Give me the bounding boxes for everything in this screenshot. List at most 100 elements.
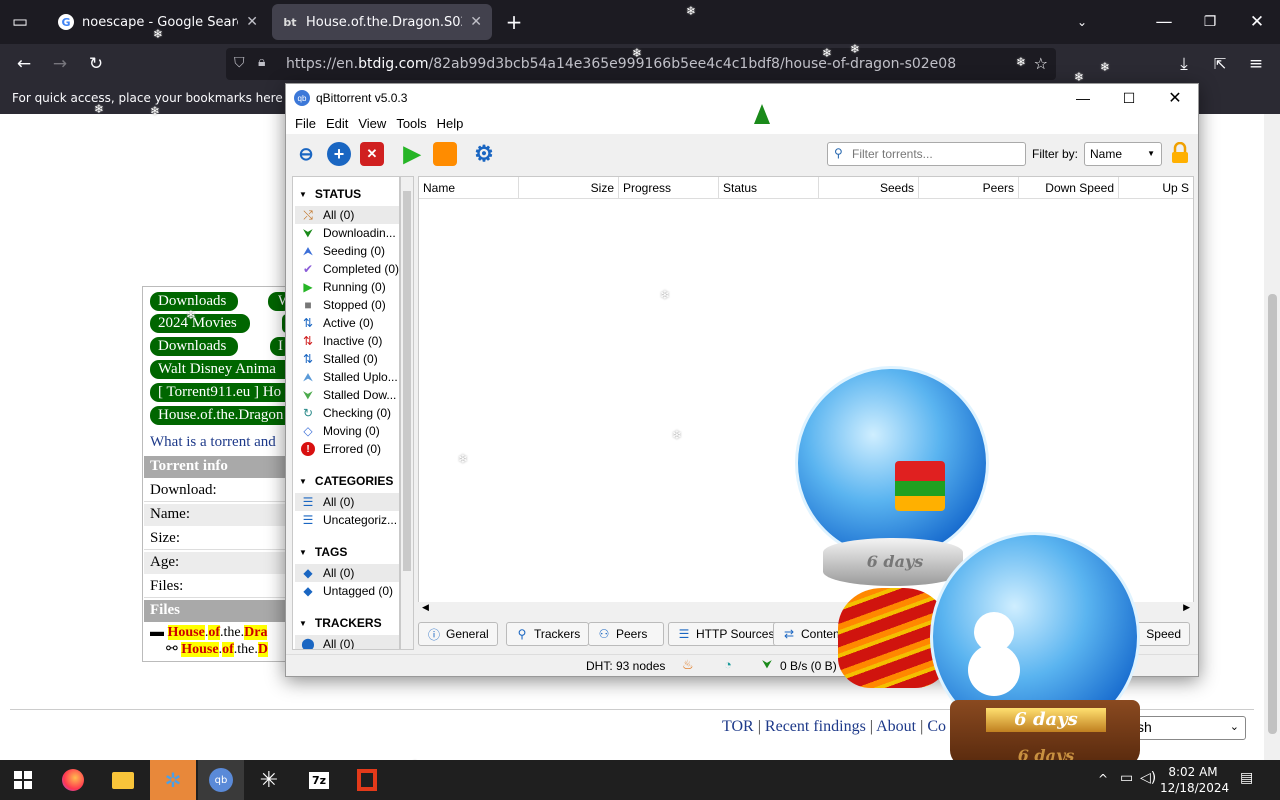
close-tab-icon[interactable]: ✕	[470, 14, 482, 30]
speed-limit-icon[interactable]: ◔	[724, 657, 732, 672]
snip-icon[interactable]: ✳	[246, 760, 292, 800]
tab-general[interactable]: ⓘ General	[418, 622, 498, 646]
tag-pill[interactable]: Downloads	[150, 337, 238, 356]
tab-peers[interactable]: ⚇ Peers	[588, 622, 664, 646]
status-item-downloadin[interactable]: ⮟ Downloadin...	[295, 224, 399, 242]
status-section-header[interactable]: ▼ STATUS	[299, 185, 361, 203]
tab-list-icon[interactable]: ▭	[8, 10, 32, 34]
stop-icon[interactable]	[433, 142, 457, 166]
tag-item-all[interactable]: ◆ All (0)	[295, 564, 399, 582]
column-header-progress[interactable]: Progress	[619, 177, 719, 199]
status-item-all[interactable]: ⤭ All (0)	[295, 206, 399, 224]
menu-edit[interactable]: Edit	[326, 116, 348, 131]
scroll-left-icon[interactable]: ◀	[422, 602, 429, 613]
close-icon[interactable]: ✕	[1152, 84, 1198, 112]
column-header-seeds[interactable]: Seeds	[819, 177, 919, 199]
downloads-icon[interactable]: ⤓	[1172, 52, 1196, 76]
lock-icon[interactable]	[1171, 142, 1189, 164]
column-header-peers[interactable]: Peers	[919, 177, 1019, 199]
close-tab-icon[interactable]: ✕	[246, 14, 258, 30]
status-item-seeding[interactable]: ⮝ Seeding (0)	[295, 242, 399, 260]
file-row-file[interactable]: ⚯ House.of.the.D	[166, 641, 292, 658]
scrollbar-thumb[interactable]	[1268, 294, 1277, 734]
menu-help[interactable]: Help	[437, 116, 464, 131]
category-item-all[interactable]: ☰ All (0)	[295, 493, 399, 511]
status-item-moving[interactable]: ◇ Moving (0)	[295, 422, 399, 440]
menu-icon[interactable]: ≡	[1244, 52, 1268, 76]
trackers-section-header[interactable]: ▼ TRACKERS	[299, 614, 382, 632]
menu-tools[interactable]: Tools	[396, 116, 426, 131]
status-item-stalled[interactable]: ⮟ Stalled Dow...	[295, 386, 399, 404]
add-torrent-icon[interactable]: +	[327, 142, 351, 166]
tray-chevron-icon[interactable]: ^	[1098, 772, 1108, 786]
tags-section-header[interactable]: ▼ TAGS	[299, 543, 347, 561]
footer-link-about[interactable]: About	[876, 718, 916, 735]
status-item-stalled[interactable]: ⮝ Stalled Uplo...	[295, 368, 399, 386]
qbt-title-bar[interactable]: qb qBittorrent v5.0.3 — ☐ ✕	[286, 84, 1198, 112]
filter-torrents-input[interactable]: ⚲ Filter torrents...	[827, 142, 1026, 166]
what-is-torrent-link[interactable]: What is a torrent and	[150, 434, 292, 451]
list-all-tabs-icon[interactable]: ⌄	[1070, 10, 1094, 34]
column-header-status[interactable]: Status	[719, 177, 819, 199]
column-header-size[interactable]: Size	[519, 177, 619, 199]
status-item-checking[interactable]: ↻ Checking (0)	[295, 404, 399, 422]
column-header-name[interactable]: Name	[419, 177, 519, 199]
taskbar-clock[interactable]: 8:02 AM 12/18/2024	[1160, 764, 1229, 796]
notifications-icon[interactable]: ▤	[1240, 770, 1253, 786]
tracking-protection-icon[interactable]: ⛉	[234, 55, 245, 71]
reload-icon[interactable]: ↻	[84, 52, 108, 76]
footer-link-tor[interactable]: TOR	[722, 718, 754, 735]
options-icon[interactable]: ⚙	[472, 141, 496, 166]
status-item-running[interactable]: ▶ Running (0)	[295, 278, 399, 296]
status-item-stopped[interactable]: ■ Stopped (0)	[295, 296, 399, 314]
tag-item-untagged[interactable]: ◆ Untagged (0)	[295, 582, 399, 600]
filter-by-select[interactable]: Name ▼	[1084, 142, 1162, 166]
sidebar-scrollbar[interactable]	[400, 176, 414, 650]
status-item-inactive[interactable]: ⇅ Inactive (0)	[295, 332, 399, 350]
file-explorer-icon[interactable]	[100, 760, 146, 800]
tag-pill[interactable]: Walt Disney Anima	[150, 360, 292, 379]
status-item-completed[interactable]: ✔ Completed (0)	[295, 260, 399, 278]
column-header-down-speed[interactable]: Down Speed	[1019, 177, 1119, 199]
network-icon[interactable]: ▭	[1120, 770, 1133, 786]
minimize-browser-icon[interactable]: —	[1152, 10, 1176, 34]
column-header-up-speed[interactable]: Up S	[1119, 177, 1193, 199]
status-item-stalled[interactable]: ⇅ Stalled (0)	[295, 350, 399, 368]
back-icon[interactable]: ←	[12, 52, 36, 76]
scroll-right-icon[interactable]: ▶	[1183, 602, 1190, 613]
file-row-folder[interactable]: ▬ House.of.the.Dra	[150, 625, 292, 641]
categories-section-header[interactable]: ▼ CATEGORIES	[299, 472, 393, 490]
restore-browser-icon[interactable]: ❐	[1198, 10, 1222, 34]
close-browser-icon[interactable]: ✕	[1245, 10, 1269, 34]
new-tab-button[interactable]: +	[502, 10, 526, 34]
category-item-uncategorized[interactable]: ☰ Uncategoriz...	[295, 511, 399, 529]
tag-pill[interactable]: [ Torrent911.eu ] Ho	[150, 383, 292, 402]
extensions-icon[interactable]: ⇱	[1208, 52, 1232, 76]
status-item-active[interactable]: ⇅ Active (0)	[295, 314, 399, 332]
menu-file[interactable]: File	[295, 116, 316, 131]
add-link-icon[interactable]: ⊖	[294, 142, 318, 166]
lock-icon[interactable]: 🔒︎	[258, 54, 265, 70]
status-item-errored[interactable]: ! Errored (0)	[295, 440, 399, 458]
firewall-flame-icon[interactable]: ♨	[682, 657, 694, 673]
firefox-icon[interactable]	[50, 760, 96, 800]
tab-btdig[interactable]: bt House.of.the.Dragon.S02E08.W ✕	[272, 4, 492, 40]
tag-pill[interactable]: 2024 Movies	[150, 314, 250, 333]
delete-icon[interactable]: ✕	[360, 142, 384, 166]
office-icon[interactable]	[344, 760, 390, 800]
minimize-icon[interactable]: —	[1060, 84, 1106, 112]
start-icon[interactable]: ▶	[400, 141, 424, 166]
tab-trackers[interactable]: ⚲ Trackers	[506, 622, 590, 646]
bookmark-star-icon[interactable]: ☆	[1034, 54, 1048, 73]
menu-view[interactable]: View	[358, 116, 386, 131]
maximize-icon[interactable]: ☐	[1106, 84, 1152, 112]
page-scrollbar[interactable]	[1264, 114, 1280, 760]
tab-http-sources[interactable]: ☰ HTTP Sources	[668, 622, 784, 646]
7zip-icon[interactable]: 7z	[296, 760, 342, 800]
tracker-item-all[interactable]: ⬤ All (0)	[295, 635, 399, 649]
tag-pill[interactable]: House.of.the.Dragon	[150, 406, 292, 425]
footer-link-recent[interactable]: Recent findings	[765, 718, 866, 735]
scrollbar-thumb[interactable]	[403, 191, 411, 571]
volume-icon[interactable]: ◁)	[1140, 770, 1156, 786]
url-text[interactable]: https://en.btdig.com/82ab99d3bcb54a14e36…	[286, 56, 956, 72]
